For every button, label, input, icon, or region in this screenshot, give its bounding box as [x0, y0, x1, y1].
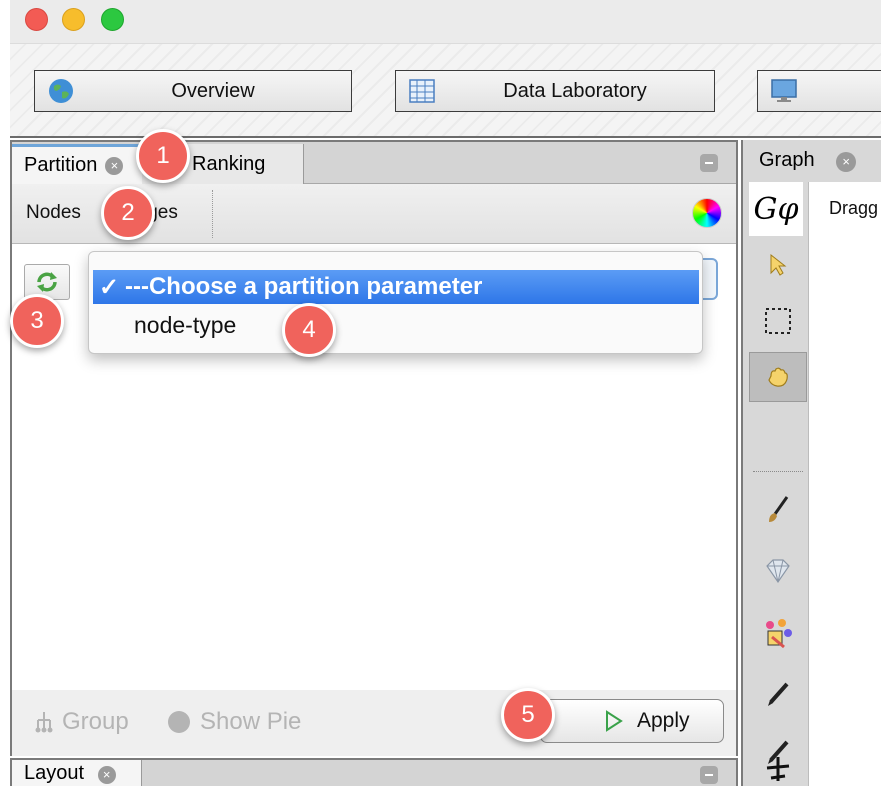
- gephi-logo: Gφ: [749, 182, 803, 236]
- tab-partition-label: Partition: [24, 154, 98, 176]
- data-laboratory-button[interactable]: Data Laboratory: [395, 70, 715, 112]
- tab-graph-label: Graph: [759, 149, 815, 171]
- show-pie-button[interactable]: Show Pie: [168, 708, 301, 736]
- close-icon[interactable]: ×: [97, 766, 116, 784]
- play-icon: [606, 710, 623, 732]
- main-toolbar: Overview Data Laboratory: [10, 44, 881, 138]
- checkmark-icon: ✓: [99, 273, 120, 301]
- minimize-panel-icon[interactable]: [700, 154, 718, 172]
- group-label: Group: [62, 708, 129, 735]
- minimize-panel-icon[interactable]: [700, 766, 718, 784]
- show-pie-label: Show Pie: [200, 708, 302, 735]
- pie-icon: [168, 711, 190, 733]
- close-icon[interactable]: ×: [105, 156, 124, 175]
- overview-label: Overview: [171, 79, 255, 102]
- apply-label: Apply: [637, 709, 690, 732]
- tool-separator: [753, 471, 803, 472]
- graph-drag-hint: Dragg: [829, 198, 879, 218]
- partition-tab-row: Partition × Ranking: [12, 142, 736, 184]
- tab-layout-label: Layout: [24, 762, 85, 784]
- zoom-window-button[interactable]: [101, 8, 124, 31]
- callout-badge: 5: [501, 688, 555, 742]
- subtab-divider: [212, 190, 213, 238]
- hand-drag-icon[interactable]: [749, 352, 807, 402]
- dropdown-option-node-type[interactable]: node-type: [134, 312, 236, 339]
- subtab-nodes[interactable]: Nodes: [26, 202, 81, 224]
- pointer-icon[interactable]: [749, 240, 807, 290]
- apply-button[interactable]: Apply: [540, 699, 724, 743]
- callout-badge: 3: [10, 294, 64, 348]
- tab-graph[interactable]: Graph ×: [743, 140, 881, 182]
- spreadsheet-icon: [409, 79, 435, 103]
- preview-button[interactable]: [757, 70, 881, 112]
- monitor-icon: [771, 79, 797, 102]
- close-window-button[interactable]: [25, 8, 48, 31]
- tab-ranking-label: Ranking: [192, 152, 266, 175]
- tab-partition[interactable]: Partition ×: [12, 144, 142, 184]
- color-palette-icon[interactable]: [692, 198, 722, 228]
- partition-bottom-bar: Group Show Pie Apply: [12, 690, 736, 756]
- partition-parameter-dropdown: ✓ ---Choose a partition parameter node-t…: [88, 251, 703, 354]
- close-icon[interactable]: ×: [836, 152, 857, 172]
- globe-icon: [49, 79, 73, 103]
- overview-button[interactable]: Overview: [34, 70, 352, 112]
- graph-toolstrip: Gφ: [743, 182, 809, 786]
- window-titlebar: [10, 0, 881, 44]
- airplane-icon[interactable]: [749, 744, 807, 786]
- diamond-icon[interactable]: [749, 546, 807, 596]
- callout-badge: 2: [101, 186, 155, 240]
- dropdown-option-label: ---Choose a partition parameter: [125, 273, 483, 300]
- rect-select-icon[interactable]: [749, 296, 807, 346]
- callout-badge: 4: [282, 303, 336, 357]
- brush-icon[interactable]: [749, 486, 807, 536]
- graph-panel: Graph × Gφ Dragg: [741, 140, 881, 786]
- group-button[interactable]: Group: [34, 708, 129, 736]
- painter-icon[interactable]: [749, 608, 807, 658]
- layout-panel: Layout ×: [10, 758, 738, 786]
- data-laboratory-label: Data Laboratory: [503, 79, 647, 102]
- refresh-icon: [37, 272, 57, 292]
- pencil-icon[interactable]: [749, 670, 807, 720]
- callout-badge: 1: [136, 129, 190, 183]
- tab-layout[interactable]: Layout ×: [12, 760, 142, 786]
- dropdown-option-selected[interactable]: ✓ ---Choose a partition parameter: [93, 270, 699, 304]
- minimize-window-button[interactable]: [62, 8, 85, 31]
- group-icon: [35, 712, 53, 733]
